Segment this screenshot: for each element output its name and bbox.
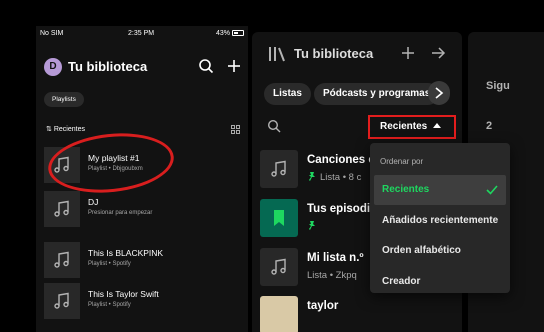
- status-time: 2:35 PM: [128, 30, 155, 37]
- battery-status: 43%: [216, 30, 244, 37]
- item-title: taylor: [307, 300, 339, 312]
- item-subtitle: Lista • 8 c: [307, 172, 361, 183]
- carrier-label: No SIM: [40, 30, 64, 37]
- item-title: Tus episodi: [307, 203, 371, 215]
- pin-icon: [309, 221, 315, 230]
- sort-arrows-icon: ⇅: [46, 126, 52, 133]
- check-icon: [486, 185, 498, 195]
- playlist-cover: [44, 191, 80, 227]
- item-title: Mi lista n.º: [307, 252, 364, 264]
- dropdown-header: Ordenar por: [380, 157, 424, 166]
- music-note-icon: [54, 200, 69, 217]
- sort-option-creador[interactable]: Creador: [374, 267, 506, 297]
- desktop-library-screen: Tu biblioteca Listas Pódcasts y programa…: [252, 32, 544, 332]
- list-item[interactable]: This Is Taylor Swift Playlist • Spotify: [44, 283, 244, 321]
- sort-label: Recientes: [380, 121, 428, 132]
- library-icon[interactable]: [268, 46, 286, 62]
- chevron-right-icon: [435, 87, 444, 99]
- music-note-icon: [271, 160, 286, 177]
- status-bar: No SIM 2:35 PM 43%: [36, 26, 248, 42]
- caret-up-icon: [433, 123, 442, 128]
- playlist-cover: [44, 242, 80, 278]
- list-item[interactable]: taylor: [260, 296, 460, 332]
- list-item[interactable]: DJ Presionar para empezar: [44, 191, 244, 229]
- item-title: DJ: [88, 197, 99, 207]
- mobile-library-screen: No SIM 2:35 PM 43% D Tu biblioteca Playl…: [36, 26, 248, 332]
- music-note-icon: [54, 292, 69, 309]
- sort-option-anadidos[interactable]: Añadidos recientemente: [374, 206, 506, 236]
- search-icon[interactable]: [198, 58, 214, 74]
- list-item[interactable]: This Is BLACKPINK Playlist • Spotify: [44, 242, 244, 280]
- item-subtitle-text: Lista • 8 c: [320, 172, 362, 183]
- filter-chip-listas[interactable]: Listas: [264, 83, 311, 105]
- side-panel-heading: Sigu: [486, 80, 510, 92]
- bookmark-icon: [274, 210, 284, 226]
- highlight-circle-annotation: [45, 127, 177, 199]
- item-title: Canciones c: [307, 154, 375, 166]
- library-header: D Tu biblioteca: [44, 56, 242, 78]
- music-note-icon: [54, 251, 69, 268]
- playlist-cover: [260, 150, 298, 188]
- pin-icon: [309, 172, 315, 181]
- sort-option-label: Recientes: [382, 184, 430, 195]
- episodes-cover: [260, 199, 298, 237]
- item-title: This Is BLACKPINK: [88, 248, 164, 258]
- sort-label: Recientes: [53, 126, 85, 133]
- page-title[interactable]: Tu biblioteca: [294, 46, 373, 61]
- sort-option-label: Creador: [382, 276, 421, 287]
- sort-button[interactable]: ⇅ Recientes: [46, 125, 85, 133]
- playlist-cover: [44, 283, 80, 319]
- sort-dropdown-menu: Ordenar por Recientes Añadidos recientem…: [370, 143, 510, 293]
- playlist-cover: [260, 248, 298, 286]
- sort-option-label: Añadidos recientemente: [382, 215, 499, 226]
- grid-view-icon[interactable]: [231, 125, 240, 134]
- item-subtitle: Playlist • Spotify: [88, 261, 131, 267]
- add-icon[interactable]: [226, 58, 242, 74]
- sort-option-recientes[interactable]: Recientes: [374, 175, 506, 205]
- battery-icon: [232, 30, 244, 36]
- chips-next-button[interactable]: [428, 81, 450, 105]
- item-subtitle: [307, 221, 320, 232]
- item-subtitle: Presionar para empezar: [88, 210, 153, 216]
- filter-chip-podcasts[interactable]: Pódcasts y programas: [314, 83, 440, 105]
- item-title: This Is Taylor Swift: [88, 289, 159, 299]
- sort-button[interactable]: Recientes: [368, 115, 456, 139]
- item-subtitle: Lista • Zkpq: [307, 270, 357, 281]
- battery-percent: 43%: [215, 30, 230, 37]
- item-subtitle: Playlist • Spotify: [88, 302, 131, 308]
- search-icon[interactable]: [267, 119, 281, 133]
- page-title: Tu biblioteca: [68, 59, 148, 74]
- add-icon[interactable]: [400, 45, 416, 61]
- playlist-cover-image: [260, 296, 298, 332]
- filter-chip-playlists[interactable]: Playlists: [44, 92, 84, 107]
- avatar[interactable]: D: [44, 58, 62, 76]
- side-panel-value: 2: [486, 120, 493, 132]
- music-note-icon: [271, 258, 286, 275]
- arrow-right-icon[interactable]: [430, 45, 446, 61]
- sort-option-label: Orden alfabético: [382, 245, 461, 256]
- sort-option-alfabetico[interactable]: Orden alfabético: [374, 236, 506, 266]
